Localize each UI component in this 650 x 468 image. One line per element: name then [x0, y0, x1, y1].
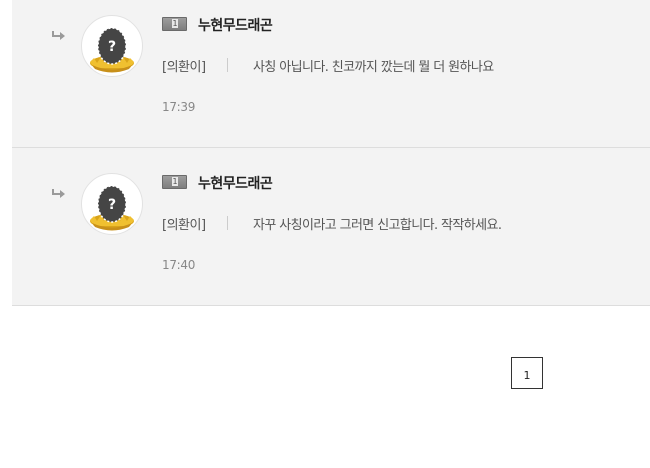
level-number: 1: [172, 177, 178, 186]
egg-nest-avatar-icon: ?: [90, 27, 134, 73]
divider: [227, 216, 228, 230]
comment-item: ? 1 누현무드래곤 [의환이] 사칭 아닙니다. 친코까지 깠는데 뭘 더 원…: [12, 0, 650, 148]
avatar[interactable]: ?: [81, 15, 143, 77]
divider: [227, 58, 228, 72]
reply-arrow-icon: [52, 189, 65, 198]
svg-text:?: ?: [108, 197, 116, 213]
svg-text:?: ?: [108, 39, 116, 55]
egg-nest-avatar-icon: ?: [90, 185, 134, 231]
comment-time: 17:39: [162, 100, 196, 114]
level-badge-icon: 1: [162, 17, 187, 31]
comment-author[interactable]: 누현무드래곤: [198, 173, 273, 193]
comment-message: 사칭 아닙니다. 친코까지 깠는데 뭘 더 원하나요: [253, 60, 494, 75]
reply-target[interactable]: [의환이]: [162, 214, 206, 233]
avatar[interactable]: ?: [81, 173, 143, 235]
reply-arrow-icon: [52, 31, 65, 40]
level-badge-icon: 1: [162, 175, 187, 189]
reply-target[interactable]: [의환이]: [162, 56, 206, 75]
comment-item: ? 1 누현무드래곤 [의환이] 자꾸 사칭이라고 그러면 신고합니다. 작작하…: [12, 148, 650, 306]
comment-author[interactable]: 누현무드래곤: [198, 15, 273, 35]
page-button-current[interactable]: 1: [511, 357, 543, 389]
level-number: 1: [172, 19, 178, 28]
comment-message: 자꾸 사칭이라고 그러면 신고합니다. 작작하세요.: [253, 218, 502, 233]
comment-time: 17:40: [162, 258, 196, 272]
